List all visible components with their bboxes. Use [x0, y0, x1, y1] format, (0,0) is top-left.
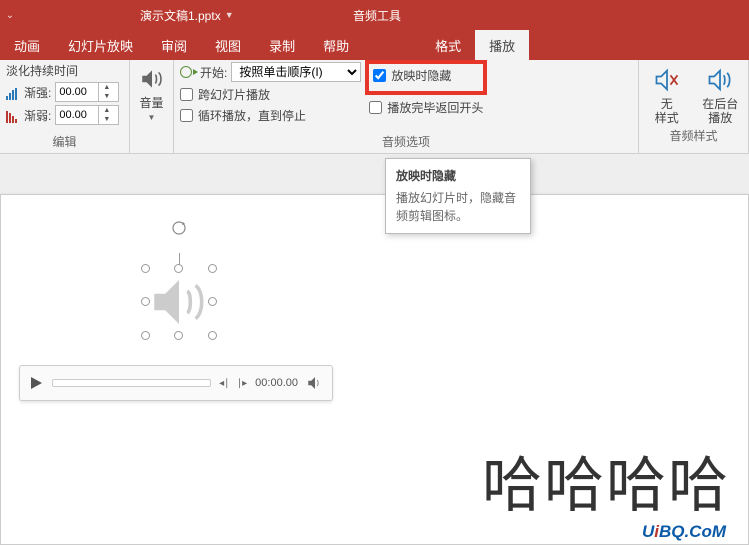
tab-help[interactable]: 帮助 — [309, 30, 363, 60]
fade-in-input[interactable] — [56, 86, 98, 98]
fade-out-icon — [6, 109, 20, 121]
label-across-slides: 跨幻灯片播放 — [198, 86, 270, 103]
group-audio-options: 开始: 按照单击顺序(I) 跨幻灯片播放 循环播放，直到停止 放映时隐藏 播放完… — [174, 60, 639, 153]
tab-view[interactable]: 视图 — [201, 30, 255, 60]
rotate-handle[interactable] — [170, 219, 188, 242]
tab-playback[interactable]: 播放 — [475, 30, 529, 60]
slide-text[interactable]: 哈哈哈哈 — [482, 437, 730, 524]
skip-forward-button[interactable]: ∣▸ — [237, 378, 247, 389]
skip-back-button[interactable]: ◂∣ — [219, 378, 229, 389]
spinner-up-icon[interactable]: ▲ — [99, 83, 114, 92]
no-style-button[interactable]: 无样式 — [645, 66, 689, 126]
label-loop: 循环播放，直到停止 — [198, 107, 306, 124]
checkbox-loop[interactable] — [180, 109, 193, 122]
checkbox-rewind[interactable] — [369, 101, 382, 114]
group-volume: 音量 ▼ — [130, 60, 174, 153]
slide[interactable]: ◂∣ ∣▸ 00:00.00 哈哈哈哈 UiBQ.CoM — [0, 194, 749, 545]
document-title: 演示文稿1.pptx ▼ — [140, 7, 234, 24]
qat-customize-icon[interactable]: ⌄ — [0, 10, 20, 21]
handle-tl[interactable] — [141, 264, 150, 273]
chevron-down-icon: ▼ — [148, 113, 156, 122]
group-audio-style: 无样式 在后台播放 音频样式 — [639, 60, 749, 153]
highlight-hide-during-show: 放映时隐藏 — [365, 60, 487, 95]
watermark: UiBQ.CoM — [642, 522, 726, 542]
volume-icon — [139, 66, 165, 92]
tooltip-title: 放映时隐藏 — [396, 167, 520, 184]
group-label-audio-style: 音频样式 — [645, 126, 742, 145]
start-select[interactable]: 按照单击顺序(I) — [231, 62, 361, 82]
background-play-icon — [706, 66, 734, 94]
fade-in-spinner[interactable]: ▲▼ — [55, 82, 119, 102]
no-style-icon — [653, 66, 681, 94]
progress-bar[interactable] — [52, 379, 211, 387]
group-label-audio-options: 音频选项 — [180, 132, 632, 151]
handle-tr[interactable] — [208, 264, 217, 273]
spinner-down-icon[interactable]: ▼ — [99, 92, 114, 101]
fade-out-spinner[interactable]: ▲▼ — [55, 105, 119, 125]
tab-animation[interactable]: 动画 — [0, 30, 54, 60]
spinner-up-icon[interactable]: ▲ — [99, 106, 114, 115]
fade-out-input[interactable] — [56, 109, 98, 121]
selection-box — [146, 269, 212, 335]
slide-canvas: ◂∣ ∣▸ 00:00.00 哈哈哈哈 UiBQ.CoM — [0, 154, 749, 545]
handle-br[interactable] — [208, 331, 217, 340]
audio-player: ◂∣ ∣▸ 00:00.00 — [19, 365, 333, 401]
handle-bm[interactable] — [174, 331, 183, 340]
ribbon-tabs: 动画 幻灯片放映 审阅 视图 录制 帮助 格式 播放 — [0, 30, 749, 60]
spinner-down-icon[interactable]: ▼ — [99, 115, 114, 124]
fade-in-label: 渐强: — [24, 84, 51, 101]
group-label-edit: 编辑 — [6, 132, 123, 151]
handle-bl[interactable] — [141, 331, 150, 340]
label-hide-during-show: 放映时隐藏 — [391, 67, 451, 84]
checkbox-hide-during-show[interactable] — [373, 69, 386, 82]
background-play-label: 在后台播放 — [702, 97, 738, 126]
play-button[interactable] — [28, 375, 44, 391]
audio-object[interactable] — [146, 253, 212, 335]
title-caret-icon[interactable]: ▼ — [225, 10, 234, 20]
volume-label: 音量 — [139, 94, 163, 111]
tab-format[interactable]: 格式 — [421, 30, 475, 60]
tab-record[interactable]: 录制 — [255, 30, 309, 60]
fade-out-label: 渐弱: — [24, 107, 51, 124]
document-title-text: 演示文稿1.pptx — [140, 7, 221, 24]
no-style-label: 无样式 — [655, 97, 679, 126]
label-rewind: 播放完毕返回开头 — [387, 99, 483, 116]
speaker-icon — [146, 269, 212, 335]
tooltip-hide-during-show: 放映时隐藏 播放幻灯片时，隐藏音频剪辑图标。 — [385, 158, 531, 234]
contextual-tab-audio-tools: 音频工具 — [335, 0, 419, 30]
time-display: 00:00.00 — [255, 377, 298, 389]
start-icon — [180, 64, 196, 80]
handle-ml[interactable] — [141, 297, 150, 306]
fade-in-icon — [6, 86, 20, 98]
handle-tm[interactable] — [174, 264, 183, 273]
background-play-button[interactable]: 在后台播放 — [699, 66, 743, 126]
ribbon: 淡化持续时间 渐强: ▲▼ 渐弱: ▲▼ 编辑 — [0, 60, 749, 154]
tab-slideshow[interactable]: 幻灯片放映 — [54, 30, 147, 60]
handle-mr[interactable] — [208, 297, 217, 306]
start-label: 开始: — [200, 64, 227, 81]
tooltip-body: 播放幻灯片时，隐藏音频剪辑图标。 — [396, 189, 520, 225]
player-volume-button[interactable] — [306, 374, 324, 392]
fade-title: 淡化持续时间 — [6, 62, 123, 79]
tab-review[interactable]: 审阅 — [147, 30, 201, 60]
group-edit: 淡化持续时间 渐强: ▲▼ 渐弱: ▲▼ 编辑 — [0, 60, 130, 153]
volume-button[interactable]: 音量 ▼ — [139, 62, 165, 122]
checkbox-across-slides[interactable] — [180, 88, 193, 101]
